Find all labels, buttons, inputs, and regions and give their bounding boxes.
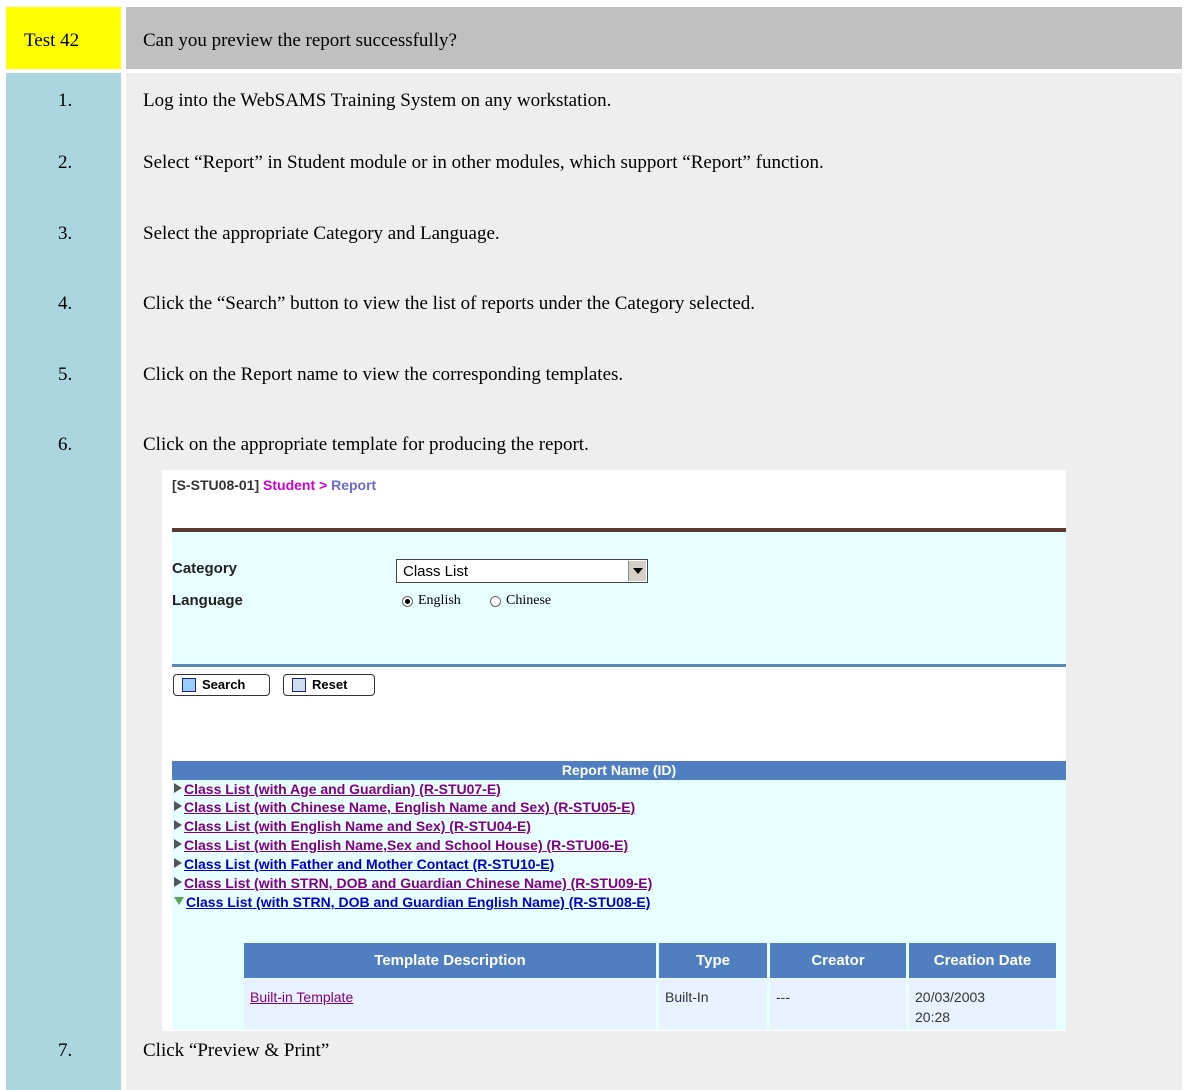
- step-text: Click on the appropriate template for pr…: [143, 434, 589, 455]
- step-number: 4.: [58, 293, 73, 314]
- test-label-cell: Test 42: [6, 7, 121, 69]
- report-link-expanded[interactable]: Class List (with STRN, DOB and Guardian …: [186, 894, 650, 910]
- category-select-value: Class List: [403, 563, 469, 580]
- category-label: Category: [172, 560, 238, 577]
- language-option-label: Chinese: [506, 593, 552, 608]
- breadcrumb: [S-STU08-01] Student > Report: [172, 477, 376, 493]
- report-link[interactable]: Class List (with Age and Guardian) (R-ST…: [184, 781, 501, 797]
- template-description-header: Template Description: [244, 943, 656, 978]
- search-icon: [182, 678, 196, 692]
- breadcrumb-module[interactable]: Student: [263, 477, 315, 493]
- creation-date-header: Creation Date: [909, 943, 1056, 978]
- type-value: Built-In: [665, 989, 709, 1005]
- report-link[interactable]: Class List (with Father and Mother Conta…: [184, 856, 554, 872]
- breadcrumb-separator: >: [319, 477, 328, 493]
- triangle-right-icon: [174, 801, 182, 811]
- step-number: 1.: [58, 90, 73, 111]
- creation-date-value: 20/03/2003: [915, 989, 986, 1005]
- step-text: Click “Preview & Print”: [143, 1040, 330, 1061]
- report-link[interactable]: Class List (with English Name and Sex) (…: [184, 818, 531, 834]
- triangle-right-icon: [174, 877, 182, 887]
- list-item[interactable]: Class List (with English Name,Sex and Sc…: [174, 837, 628, 853]
- test-question: Can you preview the report successfully?: [143, 30, 457, 51]
- template-description-cell: Built-in Template: [244, 979, 656, 1029]
- list-item[interactable]: Class List (with English Name and Sex) (…: [174, 818, 531, 834]
- test-question-cell: Can you preview the report successfully?: [126, 7, 1182, 69]
- creation-date-cell: 20/03/2003 20:28: [909, 979, 1056, 1029]
- step-number: 3.: [58, 223, 73, 244]
- test-label: Test 42: [24, 30, 80, 51]
- report-list: Class List (with Age and Guardian) (R-ST…: [172, 780, 1066, 1030]
- language-radio-chinese[interactable]: [490, 596, 501, 607]
- step-number: 2.: [58, 152, 73, 173]
- triangle-right-icon: [174, 839, 182, 849]
- creator-header: Creator: [770, 943, 906, 978]
- step-text: Log into the WebSAMS Training System on …: [143, 90, 612, 111]
- list-item[interactable]: Class List (with STRN, DOB and Guardian …: [174, 894, 650, 910]
- step-text: Click the “Search” button to view the li…: [143, 293, 756, 314]
- chevron-down-icon[interactable]: [628, 561, 646, 581]
- list-item[interactable]: Class List (with Chinese Name, English N…: [174, 799, 635, 815]
- step-text: Select the appropriate Category and Lang…: [143, 223, 500, 244]
- step-number: 5.: [58, 364, 73, 385]
- step-number: 7.: [58, 1040, 73, 1061]
- creation-time-value: 20:28: [915, 1009, 951, 1025]
- report-link[interactable]: Class List (with STRN, DOB and Guardian …: [184, 875, 652, 891]
- reset-button[interactable]: Reset: [283, 674, 375, 696]
- language-label: Language: [172, 592, 243, 609]
- triangle-right-icon: [174, 858, 182, 868]
- test-table: Test 42 Can you preview the report succe…: [6, 7, 1182, 1090]
- triangle-right-icon: [174, 783, 182, 793]
- reset-button-label: Reset: [312, 677, 348, 692]
- embedded-report-screenshot: [S-STU08-01] Student > Report Category C…: [162, 470, 1066, 1031]
- list-item[interactable]: Class List (with STRN, DOB and Guardian …: [174, 875, 652, 891]
- list-item[interactable]: Class List (with Age and Guardian) (R-ST…: [174, 781, 501, 797]
- template-link[interactable]: Built-in Template: [250, 987, 353, 1007]
- type-cell: Built-In: [659, 979, 767, 1029]
- language-option-label: English: [418, 593, 461, 608]
- breadcrumb-page: Report: [331, 477, 377, 493]
- list-item[interactable]: Class List (with Father and Mother Conta…: [174, 856, 554, 872]
- report-list-header: Report Name (ID): [172, 761, 1066, 780]
- language-radio-english[interactable]: [402, 596, 413, 607]
- triangle-right-icon: [174, 820, 182, 830]
- creator-value: ---: [776, 989, 790, 1005]
- search-form: Category Class List Language English Chi…: [172, 532, 1066, 664]
- reset-icon: [292, 678, 306, 692]
- report-link[interactable]: Class List (with Chinese Name, English N…: [184, 799, 635, 815]
- triangle-down-icon: [174, 897, 184, 905]
- report-link[interactable]: Class List (with English Name,Sex and Sc…: [184, 837, 628, 853]
- breadcrumb-code: [S-STU08-01]: [172, 477, 260, 493]
- step-number: 6.: [58, 434, 73, 455]
- category-select[interactable]: Class List: [396, 559, 648, 583]
- step-text: Select “Report” in Student module or in …: [143, 152, 824, 173]
- type-header: Type: [659, 943, 767, 978]
- creator-cell: ---: [770, 979, 906, 1029]
- divider: [172, 664, 1066, 667]
- search-button-label: Search: [202, 677, 246, 692]
- search-button[interactable]: Search: [173, 674, 270, 696]
- step-text: Click on the Report name to view the cor…: [143, 364, 624, 385]
